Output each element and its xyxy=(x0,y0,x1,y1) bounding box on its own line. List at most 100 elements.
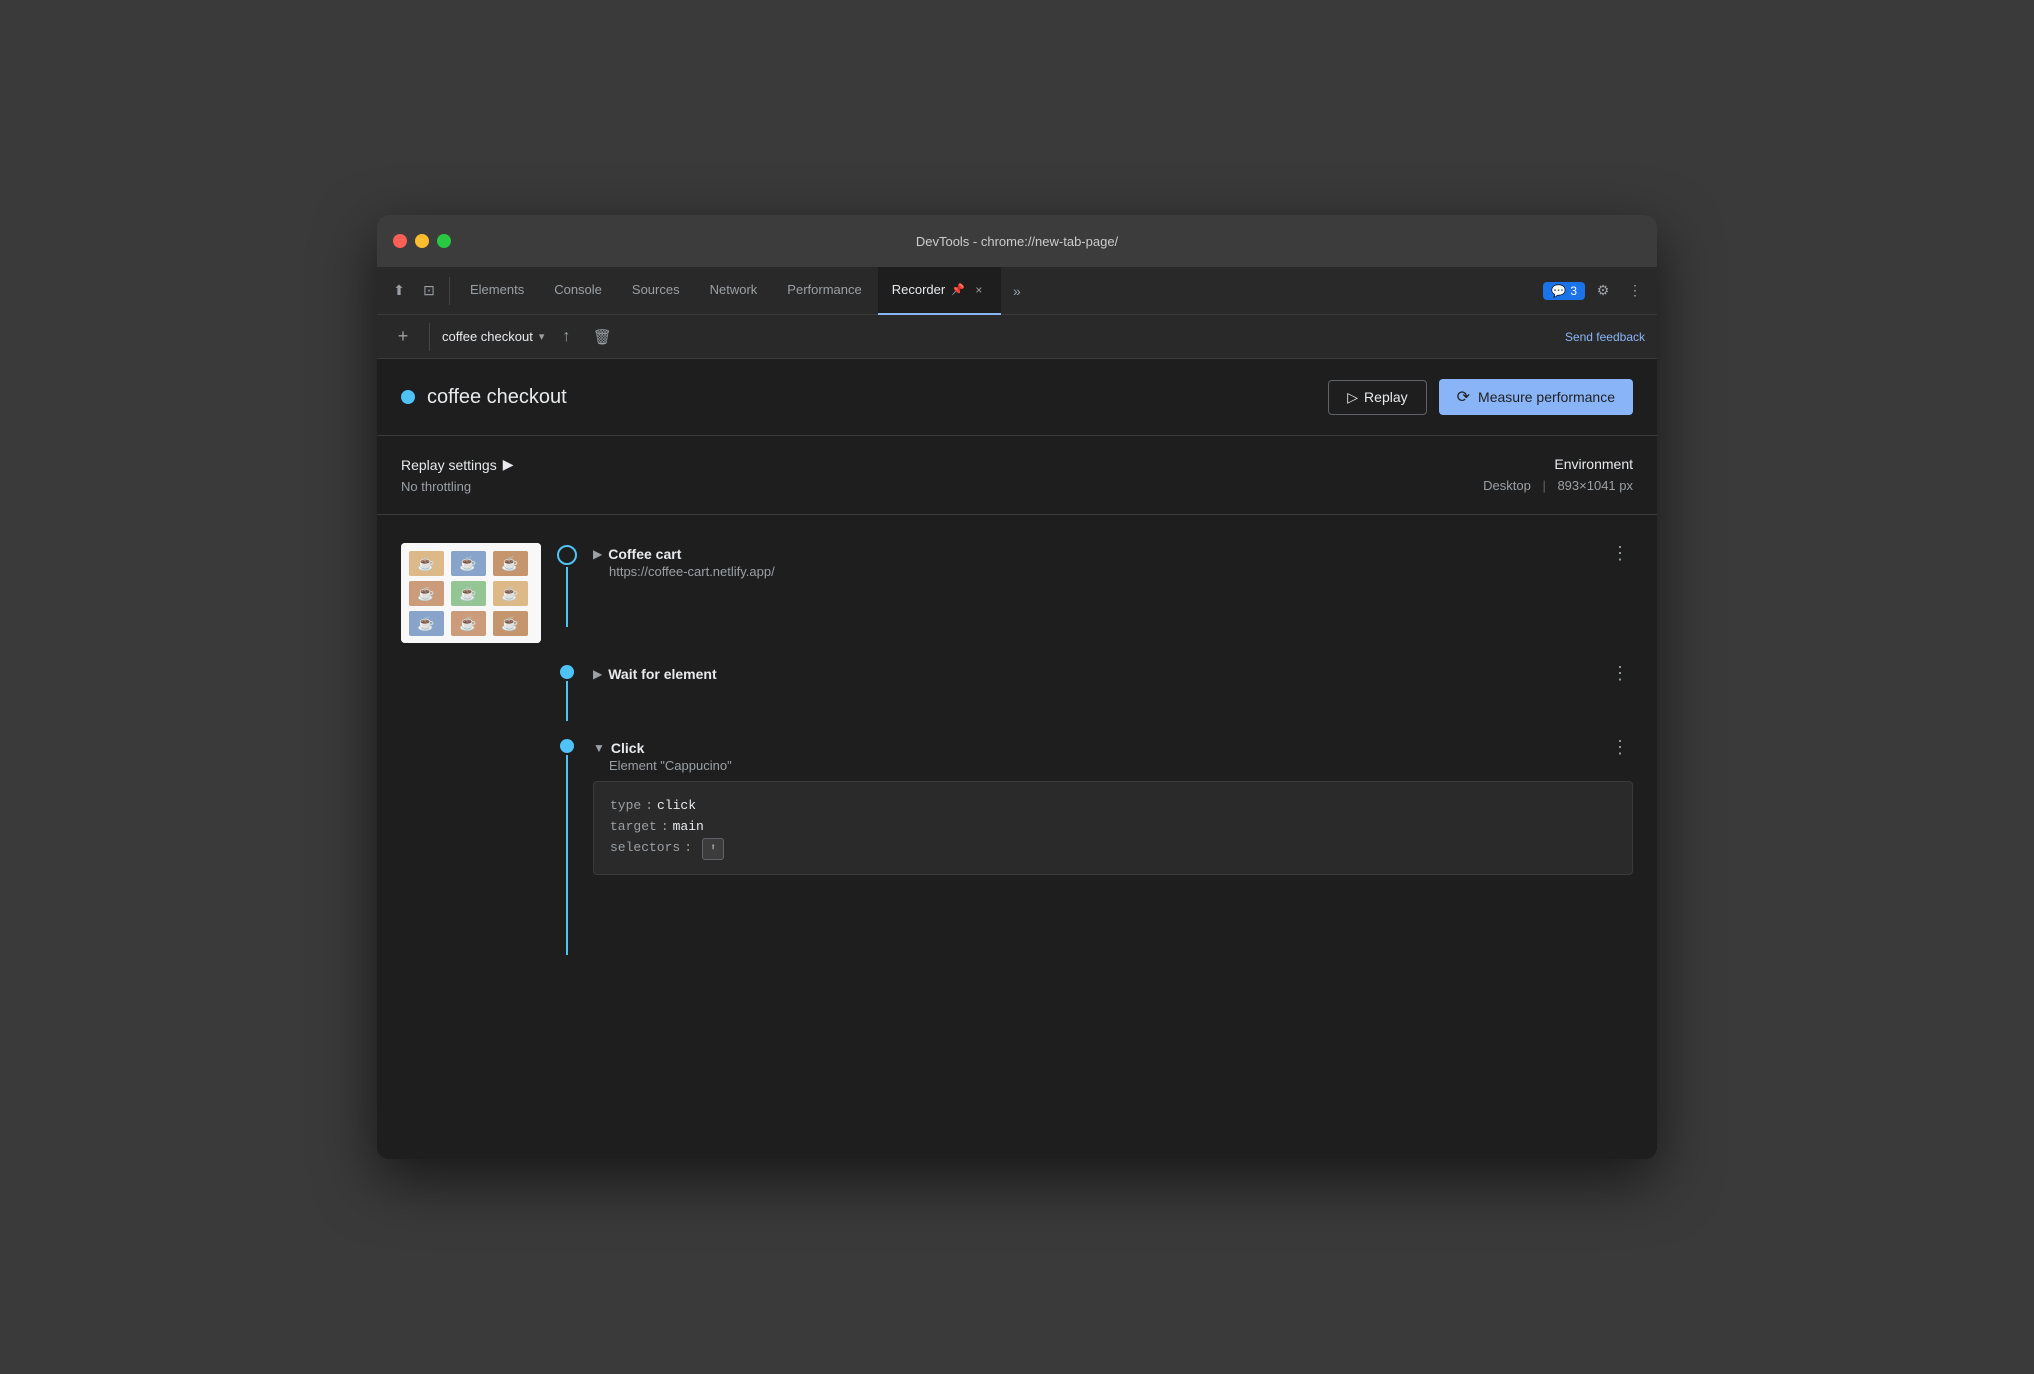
step-2-content: ▶ Wait for element ⋮ xyxy=(593,663,1633,684)
trash-icon: 🗑 xyxy=(593,328,612,346)
more-options-icon-btn[interactable]: ⋮ xyxy=(1621,277,1649,305)
recording-name: coffee checkout xyxy=(442,329,533,344)
timeline-node-1 xyxy=(557,545,577,565)
toolbar-right-area: 💬 3 ⚙ ⋮ xyxy=(1543,277,1649,305)
svg-text:☕: ☕ xyxy=(459,584,476,602)
step-1-timeline xyxy=(553,543,581,627)
step-3-header: ▼ Click ⋮ xyxy=(593,737,1633,758)
step-1-more-btn[interactable]: ⋮ xyxy=(1607,543,1633,564)
settings-section: Replay settings ▶ No throttling Environm… xyxy=(377,436,1657,515)
code-line-target: target : main xyxy=(610,817,1616,838)
replay-settings-toggle[interactable]: Replay settings ▶ xyxy=(401,456,1017,473)
tab-console[interactable]: Console xyxy=(540,267,616,315)
step-1-title: Coffee cart xyxy=(608,546,681,562)
svg-text:☕: ☕ xyxy=(459,554,476,572)
title-bar: DevTools - chrome://new-tab-page/ xyxy=(377,215,1657,267)
pin-icon: 📌 xyxy=(951,283,965,296)
step-3-expand-btn[interactable]: ▼ xyxy=(593,741,611,755)
step-wait-for-element: ▶ Wait for element ⋮ xyxy=(377,655,1657,729)
step-2-more-btn[interactable]: ⋮ xyxy=(1607,663,1633,684)
code-line-selectors: selectors : ⬆ xyxy=(610,838,1616,860)
layers-icon: ⊡ xyxy=(423,282,435,299)
measure-label: Measure performance xyxy=(1478,389,1615,405)
tab-network[interactable]: Network xyxy=(696,267,772,315)
close-button[interactable] xyxy=(393,234,407,248)
layers-icon-btn[interactable]: ⊡ xyxy=(415,277,443,305)
steps-section: ☕ ☕ ☕ ☕ ☕ ☕ ☕ ☕ ☕ xyxy=(377,515,1657,979)
svg-text:☕: ☕ xyxy=(417,554,434,572)
type-value: click xyxy=(657,796,696,817)
selectors-key: selectors xyxy=(610,838,680,859)
step-3-code-block: type : click target : main selectors : xyxy=(593,781,1633,875)
selector-picker-btn[interactable]: ⬆ xyxy=(702,838,724,860)
measure-performance-button[interactable]: ⟳ Measure performance xyxy=(1439,379,1633,415)
add-recording-button[interactable]: + xyxy=(389,323,417,351)
expand-icon: ▶ xyxy=(503,456,514,473)
settings-icon: ⚙ xyxy=(1597,282,1610,299)
selector-cursor-icon: ⬆ xyxy=(710,841,716,857)
svg-text:☕: ☕ xyxy=(417,614,434,632)
issue-icon: 💬 xyxy=(1551,284,1566,298)
env-device: Desktop xyxy=(1483,478,1531,493)
step-2-expand-btn[interactable]: ▶ xyxy=(593,667,608,681)
cursor-icon-btn[interactable]: ⬆ xyxy=(385,277,413,305)
replay-label: Replay xyxy=(1364,389,1408,405)
close-icon: × xyxy=(975,283,982,297)
target-key: target xyxy=(610,817,657,838)
step-1-header: ▶ Coffee cart ⋮ xyxy=(593,543,1633,564)
recording-title: coffee checkout xyxy=(427,386,567,409)
step-1-expand-btn[interactable]: ▶ xyxy=(593,547,608,561)
recorder-label: Recorder xyxy=(892,282,945,297)
environment-value: Desktop | 893×1041 px xyxy=(1017,478,1633,493)
timeline-node-2 xyxy=(560,665,574,679)
send-feedback-link[interactable]: Send feedback xyxy=(1565,330,1645,344)
step-3-content: ▼ Click ⋮ Element "Cappucino" type : cli… xyxy=(593,737,1633,875)
coffee-thumbnail-svg: ☕ ☕ ☕ ☕ ☕ ☕ ☕ ☕ ☕ xyxy=(401,543,541,643)
env-separator: | xyxy=(1542,478,1545,493)
code-line-type: type : click xyxy=(610,796,1616,817)
svg-text:☕: ☕ xyxy=(501,614,518,632)
issue-badge[interactable]: 💬 3 xyxy=(1543,282,1585,300)
delete-recording-button[interactable]: 🗑 xyxy=(588,323,616,351)
tab-elements[interactable]: Elements xyxy=(456,267,538,315)
tab-recorder[interactable]: Recorder 📌 × xyxy=(878,267,1001,315)
type-key: type xyxy=(610,796,641,817)
step-3-title: Click xyxy=(611,740,644,756)
tab-close-button[interactable]: × xyxy=(971,282,987,298)
play-icon: ▷ xyxy=(1347,389,1358,406)
replay-settings-label: Replay settings xyxy=(401,457,497,473)
more-tabs-button[interactable]: » xyxy=(1003,277,1031,305)
traffic-lights xyxy=(393,234,451,248)
plus-icon: + xyxy=(398,326,409,347)
secondary-toolbar: + coffee checkout ▾ ↑ 🗑 Send feedback xyxy=(377,315,1657,359)
measure-icon: ⟳ xyxy=(1457,387,1470,407)
replay-button[interactable]: ▷ Replay xyxy=(1328,380,1426,415)
svg-text:☕: ☕ xyxy=(459,614,476,632)
step-1-subtitle: https://coffee-cart.netlify.app/ xyxy=(593,564,1633,579)
maximize-button[interactable] xyxy=(437,234,451,248)
main-content: coffee checkout ▷ Replay ⟳ Measure perfo… xyxy=(377,359,1657,1159)
env-size: 893×1041 px xyxy=(1557,478,1633,493)
minimize-button[interactable] xyxy=(415,234,429,248)
target-value: main xyxy=(673,817,704,838)
toolbar-separator xyxy=(449,277,450,305)
step-2-title: Wait for element xyxy=(608,666,716,682)
tab-performance[interactable]: Performance xyxy=(773,267,875,315)
chevron-right-icon: » xyxy=(1013,283,1021,299)
settings-left: Replay settings ▶ No throttling xyxy=(401,456,1017,494)
throttling-value: No throttling xyxy=(401,479,1017,494)
export-recording-button[interactable]: ↑ xyxy=(552,323,580,351)
devtools-tab-bar: ⬆ ⊡ Elements Console Sources Network Per… xyxy=(377,267,1657,315)
devtools-window: DevTools - chrome://new-tab-page/ ⬆ ⊡ El… xyxy=(377,215,1657,1159)
cursor-icon: ⬆ xyxy=(393,282,405,299)
recording-selector[interactable]: coffee checkout ▾ xyxy=(442,329,544,344)
header-actions: ▷ Replay ⟳ Measure performance xyxy=(1328,379,1633,415)
svg-text:☕: ☕ xyxy=(417,584,434,602)
recording-title-row: coffee checkout xyxy=(401,386,1328,409)
settings-icon-btn[interactable]: ⚙ xyxy=(1589,277,1617,305)
tab-sources[interactable]: Sources xyxy=(618,267,694,315)
step-click: ▼ Click ⋮ Element "Cappucino" type : cli… xyxy=(377,729,1657,963)
step-thumbnail: ☕ ☕ ☕ ☕ ☕ ☕ ☕ ☕ ☕ xyxy=(401,543,541,643)
step-3-more-btn[interactable]: ⋮ xyxy=(1607,737,1633,758)
timeline-line-1 xyxy=(566,567,568,627)
